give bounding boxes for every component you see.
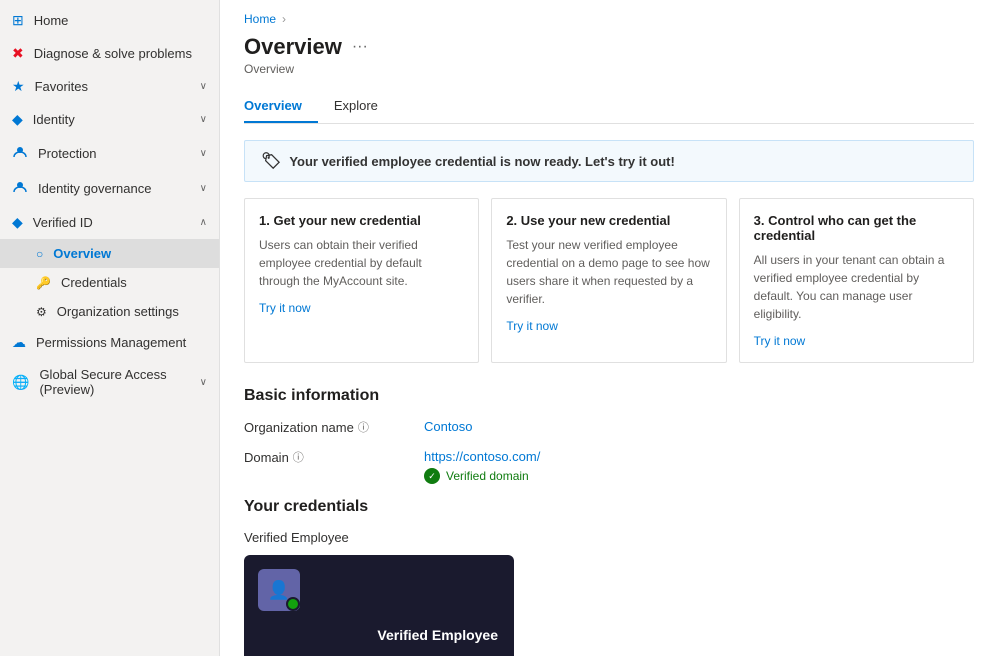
banner-icon: 🏷 bbox=[261, 151, 281, 171]
card-2-text: Test your new verified employee credenti… bbox=[506, 236, 711, 308]
sidebar-item-global-secure[interactable]: 🌐 Global Secure Access (Preview) ∨ bbox=[0, 359, 219, 405]
page-header: Overview ··· bbox=[244, 34, 974, 60]
chevron-down-icon: ∨ bbox=[200, 183, 207, 194]
org-name-info-icon[interactable]: ⓘ bbox=[358, 419, 369, 435]
banner-text: Your verified employee credential is now… bbox=[289, 154, 675, 169]
sidebar-item-label: Home bbox=[34, 13, 69, 28]
avatar-person-icon: 👤 bbox=[268, 580, 290, 601]
card-2: 2. Use your new credential Test your new… bbox=[491, 198, 726, 363]
sidebar-item-label: Permissions Management bbox=[36, 335, 186, 350]
sidebar: ⊞ Home ✖ Diagnose & solve problems ★ Fav… bbox=[0, 0, 220, 656]
card-3-label: Control who can get the credential bbox=[754, 213, 917, 243]
card-1-label: Get your new credential bbox=[273, 213, 420, 228]
basic-info-title: Basic information bbox=[244, 387, 974, 405]
chevron-down-icon: ∨ bbox=[200, 114, 207, 125]
breadcrumb-home[interactable]: Home bbox=[244, 12, 276, 26]
cards-container: 1. Get your new credential Users can obt… bbox=[244, 198, 974, 363]
card-3-text: All users in your tenant can obtain a ve… bbox=[754, 251, 959, 323]
credential-card-status-dot bbox=[286, 597, 300, 611]
verified-checkmark-icon: ✓ bbox=[424, 468, 440, 484]
card-3: 3. Control who can get the credential Al… bbox=[739, 198, 974, 363]
card-2-number: 2. bbox=[506, 213, 517, 228]
org-name-label: Organization name ⓘ bbox=[244, 419, 424, 435]
banner: 🏷 Your verified employee credential is n… bbox=[244, 140, 974, 182]
card-3-number: 3. bbox=[754, 213, 765, 228]
more-options-icon[interactable]: ··· bbox=[352, 38, 368, 56]
sidebar-item-home[interactable]: ⊞ Home bbox=[0, 4, 219, 37]
credential-card-title: Verified Employee bbox=[377, 627, 498, 643]
sidebar-item-label: Overview bbox=[53, 246, 111, 261]
diagnose-icon: ✖ bbox=[12, 45, 24, 62]
global-secure-icon: 🌐 bbox=[12, 374, 29, 391]
card-2-link[interactable]: Try it now bbox=[506, 319, 558, 333]
sidebar-item-label: Identity governance bbox=[38, 181, 151, 196]
main-content: Home › Overview ··· Overview Overview Ex… bbox=[220, 0, 998, 656]
sidebar-item-label: Protection bbox=[38, 146, 97, 161]
protection-icon bbox=[12, 144, 28, 163]
sidebar-item-label: Identity bbox=[33, 112, 75, 127]
sidebar-item-identity-governance[interactable]: Identity governance ∨ bbox=[0, 171, 219, 206]
credentials-icon: 🔑 bbox=[36, 276, 51, 290]
favorites-icon: ★ bbox=[12, 78, 25, 95]
breadcrumb-separator: › bbox=[282, 12, 286, 26]
tab-explore[interactable]: Explore bbox=[334, 90, 394, 123]
org-settings-icon: ⚙ bbox=[36, 305, 47, 319]
sidebar-item-label: Credentials bbox=[61, 275, 127, 290]
overview-icon: ○ bbox=[36, 247, 43, 261]
card-3-link[interactable]: Try it now bbox=[754, 334, 806, 348]
domain-label: Domain ⓘ bbox=[244, 449, 424, 465]
card-1-text: Users can obtain their verified employee… bbox=[259, 236, 464, 290]
sidebar-item-org-settings[interactable]: ⚙ Organization settings bbox=[0, 297, 219, 326]
domain-info-icon[interactable]: ⓘ bbox=[293, 449, 304, 465]
sidebar-item-favorites[interactable]: ★ Favorites ∨ bbox=[0, 70, 219, 103]
sidebar-item-overview[interactable]: ○ Overview bbox=[0, 239, 219, 268]
verified-id-icon: ◆ bbox=[12, 214, 23, 231]
page-title: Overview bbox=[244, 34, 342, 60]
identity-icon: ◆ bbox=[12, 111, 23, 128]
sidebar-item-label: Global Secure Access (Preview) bbox=[39, 367, 189, 397]
card-2-title: 2. Use your new credential bbox=[506, 213, 711, 228]
sidebar-item-label: Favorites bbox=[35, 79, 88, 94]
tabs-bar: Overview Explore bbox=[244, 90, 974, 124]
chevron-down-icon: ∨ bbox=[200, 81, 207, 92]
card-1-link[interactable]: Try it now bbox=[259, 301, 311, 315]
chevron-up-icon: ∧ bbox=[200, 217, 207, 228]
sidebar-item-verified-id[interactable]: ◆ Verified ID ∧ bbox=[0, 206, 219, 239]
chevron-down-icon: ∨ bbox=[200, 377, 207, 388]
org-name-row: Organization name ⓘ Contoso bbox=[244, 419, 974, 435]
org-name-value: Contoso bbox=[424, 419, 472, 434]
credentials-subtitle: Verified Employee bbox=[244, 530, 974, 545]
page-subtitle: Overview bbox=[244, 62, 974, 76]
domain-row: Domain ⓘ https://contoso.com/ ✓ Verified… bbox=[244, 449, 974, 484]
card-1: 1. Get your new credential Users can obt… bbox=[244, 198, 479, 363]
tab-overview[interactable]: Overview bbox=[244, 90, 318, 123]
verified-badge: ✓ Verified domain bbox=[424, 468, 540, 484]
identity-governance-icon bbox=[12, 179, 28, 198]
sidebar-item-label: Diagnose & solve problems bbox=[34, 46, 192, 61]
card-3-title: 3. Control who can get the credential bbox=[754, 213, 959, 243]
home-icon: ⊞ bbox=[12, 12, 24, 29]
breadcrumb: Home › bbox=[244, 12, 974, 26]
sidebar-item-permissions[interactable]: ☁ Permissions Management bbox=[0, 326, 219, 359]
card-1-number: 1. bbox=[259, 213, 270, 228]
verified-text: Verified domain bbox=[446, 469, 529, 483]
permissions-icon: ☁ bbox=[12, 334, 26, 351]
domain-url[interactable]: https://contoso.com/ bbox=[424, 449, 540, 464]
credentials-section: Your credentials Verified Employee 👤 Ver… bbox=[244, 498, 974, 656]
sidebar-item-label: Verified ID bbox=[33, 215, 93, 230]
sidebar-item-protection[interactable]: Protection ∨ bbox=[0, 136, 219, 171]
card-2-label: Use your new credential bbox=[521, 213, 671, 228]
card-1-title: 1. Get your new credential bbox=[259, 213, 464, 228]
domain-values: https://contoso.com/ ✓ Verified domain bbox=[424, 449, 540, 484]
sidebar-item-credentials[interactable]: 🔑 Credentials bbox=[0, 268, 219, 297]
sidebar-item-diagnose[interactable]: ✖ Diagnose & solve problems bbox=[0, 37, 219, 70]
sidebar-item-label: Organization settings bbox=[57, 304, 179, 319]
credential-card: 👤 Verified Employee Contoso bbox=[244, 555, 514, 656]
sidebar-item-identity[interactable]: ◆ Identity ∨ bbox=[0, 103, 219, 136]
credentials-section-title: Your credentials bbox=[244, 498, 974, 516]
chevron-down-icon: ∨ bbox=[200, 148, 207, 159]
